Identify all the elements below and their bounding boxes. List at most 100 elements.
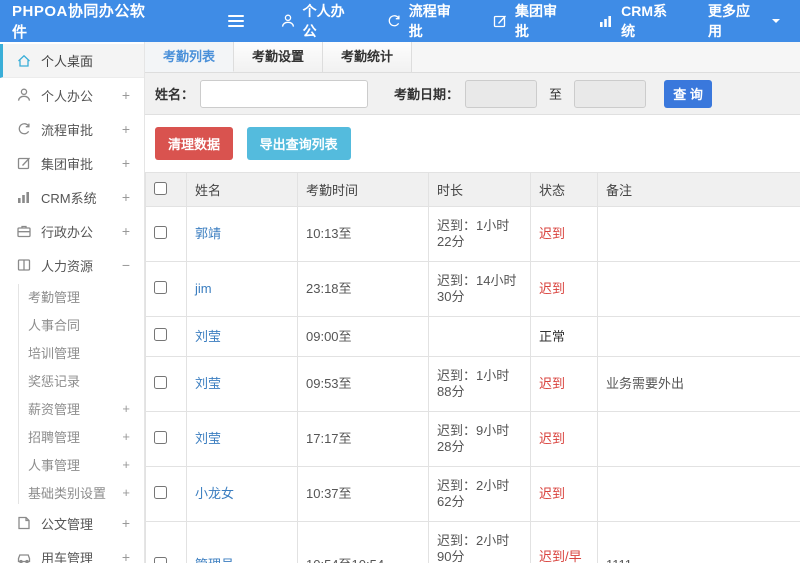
sidebar-subitem-基础类别设置[interactable]: 基础类别设置 + [0, 478, 144, 506]
name-cell: 管理员 [186, 521, 298, 563]
attendance-time-cell: 10:13至 [297, 206, 429, 262]
sidebar-item-CRM系统[interactable]: CRM系统 + [0, 180, 144, 214]
table-row: 郭靖 10:13至 迟到：1小时22分 迟到 [145, 206, 800, 262]
duration-cell: 迟到：14小时30分 [428, 261, 531, 317]
remark-cell: 1111 [597, 521, 800, 563]
expand-icon[interactable]: + [118, 401, 134, 416]
sidebar-subitem-薪资管理[interactable]: 薪资管理 + [0, 394, 144, 422]
status-badge: 迟到/早退 [539, 549, 582, 563]
name-link[interactable]: 刘莹 [195, 431, 221, 446]
name-input[interactable] [200, 79, 369, 108]
collapse-icon[interactable]: − [118, 257, 134, 273]
column-header-考勤时间: 考勤时间 [297, 172, 429, 207]
table-row: 管理员 10:54至10:54迟到：2小时90分 早退：7小时10分迟到/早退 11… [145, 521, 800, 563]
user-icon [280, 13, 296, 29]
expand-icon[interactable]: + [118, 457, 134, 472]
sidebar-item-label: 集团审批 [41, 156, 94, 172]
sidebar-item-公文管理[interactable]: 公文管理 + [0, 506, 144, 540]
expand-icon[interactable]: + [118, 155, 134, 171]
sidebar-subitem-奖惩记录[interactable]: 奖惩记录 [0, 366, 144, 394]
status-cell: 迟到 [530, 261, 598, 317]
expand-icon[interactable]: + [118, 515, 134, 531]
topbar-nav-item-3[interactable]: 集团审批 [476, 0, 582, 42]
row-checkbox[interactable] [154, 485, 167, 499]
table-row: 刘莹 09:53至 迟到：1小时88分 迟到 业务需要外出 [145, 356, 800, 412]
date-from-input[interactable] [465, 79, 538, 108]
sidebar-item-行政办公[interactable]: 行政办公 + [0, 214, 144, 248]
expand-icon[interactable]: + [118, 429, 134, 444]
sidebar-subitem-label: 奖惩记录 [28, 373, 81, 389]
sidebar-subitem-考勤管理[interactable]: 考勤管理 [0, 282, 144, 310]
expand-icon[interactable]: + [118, 87, 134, 103]
clean-data-button[interactable]: 清理数据 [155, 127, 234, 160]
topbar-nav-item-1[interactable]: 个人办公 [264, 0, 370, 42]
row-checkbox[interactable] [154, 225, 167, 239]
sidebar-item-个人桌面[interactable]: 个人桌面 [0, 44, 144, 78]
sidebar-subitem-招聘管理[interactable]: 招聘管理 + [0, 422, 144, 450]
tab-考勤设置[interactable]: 考勤设置 [234, 42, 324, 72]
column-header-时长: 时长 [428, 172, 531, 207]
sidebar-subitem-label: 人事合同 [28, 317, 81, 333]
table-row: 刘莹 09:00至 正常 [145, 316, 800, 357]
status-badge: 迟到 [539, 431, 566, 446]
row-checkbox[interactable] [154, 280, 167, 294]
sidebar-item-label: CRM系统 [41, 190, 97, 206]
row-checkbox[interactable] [154, 375, 167, 389]
status-cell: 迟到 [530, 411, 598, 467]
sidebar-subitem-人事合同[interactable]: 人事合同 [0, 310, 144, 338]
expand-icon[interactable]: + [118, 223, 134, 239]
sidebar-subitem-label: 人事管理 [28, 457, 81, 473]
expand-icon[interactable]: + [118, 121, 134, 137]
tab-考勤列表[interactable]: 考勤列表 [145, 42, 235, 72]
checkbox-cell [145, 356, 187, 412]
sidebar-item-个人办公[interactable]: 个人办公 + [0, 78, 144, 112]
name-link[interactable]: 郭靖 [195, 226, 221, 241]
attendance-time-cell: 09:53至 [297, 356, 429, 412]
topbar-nav-item-4[interactable]: CRM系统 [582, 0, 692, 42]
status-badge: 迟到 [539, 376, 566, 391]
caret-down-icon [768, 13, 784, 29]
remark-cell [597, 466, 800, 522]
duration-cell: 迟到：1小时88分 [428, 356, 531, 412]
expand-icon[interactable]: + [118, 485, 134, 500]
topbar-nav: 个人办公 流程审批 集团审批 CRM系统 更多应用 [264, 0, 800, 42]
topbar-nav-item-5[interactable]: 更多应用 [692, 0, 800, 42]
expand-icon[interactable]: + [118, 549, 134, 563]
status-cell: 迟到/早退 [530, 521, 598, 563]
name-link[interactable]: 管理员 [195, 557, 234, 563]
row-checkbox[interactable] [154, 430, 167, 444]
table-row: 刘莹 17:17至 迟到：9小时28分 迟到 [145, 411, 800, 467]
flow-icon [16, 121, 32, 137]
topbar-nav-label: 流程审批 [408, 3, 451, 39]
name-link[interactable]: 刘莹 [195, 329, 221, 344]
sidebar-subitem-培训管理[interactable]: 培训管理 [0, 338, 144, 366]
sidebar-subitem-人事管理[interactable]: 人事管理 + [0, 450, 144, 478]
filter-bar: 姓名： 考勤日期： 至 查 询 [145, 73, 800, 115]
checkbox-cell [145, 521, 187, 563]
select-all-checkbox[interactable] [154, 181, 167, 195]
export-list-button[interactable]: 导出查询列表 [246, 127, 351, 160]
date-to-input[interactable] [574, 79, 647, 108]
row-checkbox[interactable] [154, 328, 167, 341]
name-cell: 刘莹 [186, 356, 298, 412]
name-cell: 刘莹 [186, 411, 298, 467]
name-link[interactable]: 刘莹 [195, 376, 221, 391]
column-header-备注: 备注 [597, 172, 800, 207]
sidebar-item-人力资源[interactable]: 人力资源 − [0, 248, 144, 282]
main-content: 考勤列表 考勤设置 考勤统计 姓名： 考勤日期： 至 查 询 清理数据 导出查询列表… [145, 42, 800, 563]
sidebar-item-用车管理[interactable]: 用车管理 + [0, 540, 144, 563]
row-checkbox[interactable] [154, 556, 167, 563]
edit-icon [16, 155, 32, 171]
name-link[interactable]: jim [195, 281, 212, 296]
name-link[interactable]: 小龙女 [195, 486, 234, 501]
expand-icon[interactable]: + [118, 189, 134, 205]
status-cell: 迟到 [530, 466, 598, 522]
topbar-nav-item-2[interactable]: 流程审批 [370, 0, 476, 42]
tab-考勤统计[interactable]: 考勤统计 [323, 42, 413, 72]
hamburger-menu-icon[interactable] [228, 12, 244, 30]
query-button[interactable]: 查 询 [664, 79, 713, 108]
action-bar: 清理数据 导出查询列表 [145, 115, 800, 172]
sidebar-item-流程审批[interactable]: 流程审批 + [0, 112, 144, 146]
name-cell: 刘莹 [186, 316, 298, 357]
sidebar-item-集团审批[interactable]: 集团审批 + [0, 146, 144, 180]
